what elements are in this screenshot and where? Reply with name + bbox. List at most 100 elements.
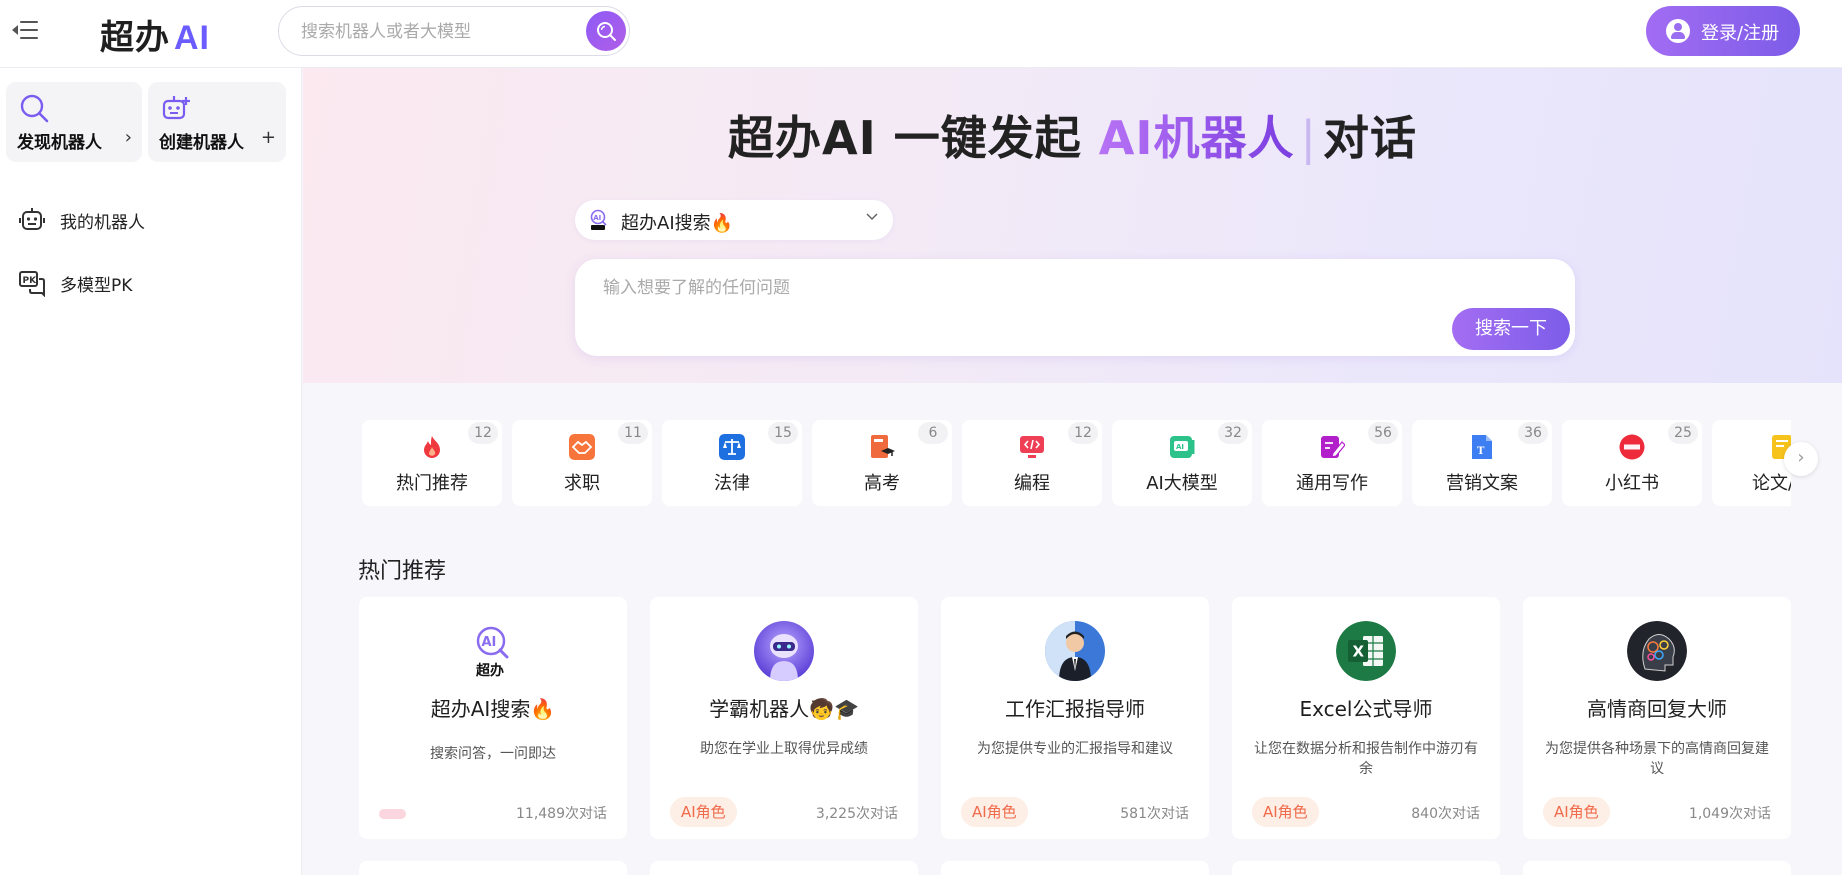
- category-hot[interactable]: 12 热门推荐: [362, 420, 502, 506]
- category-paper[interactable]: 论文/论: [1712, 420, 1791, 506]
- category-count: 11: [618, 422, 648, 444]
- svg-text:AI: AI: [593, 214, 601, 222]
- bot-card[interactable]: AI 超办 超办AI搜索🔥 搜索问答，一问即达 11,489次对话: [359, 597, 627, 839]
- section-title: 热门推荐: [358, 559, 447, 584]
- category-ai-models[interactable]: 32 AI AI大模型: [1112, 420, 1252, 506]
- login-register-button[interactable]: 登录/注册: [1646, 6, 1800, 56]
- category-writing[interactable]: 56 通用写作: [1262, 420, 1402, 506]
- category-label: 高考: [864, 473, 900, 494]
- bot-card[interactable]: 高情商回复大师 为您提供各种场景下的高情商回复建议 AI角色 1,049次对话: [1523, 597, 1791, 839]
- sidebar-item-label: 我的机器人: [60, 213, 145, 233]
- selected-model: 超办AI搜索🔥: [621, 213, 734, 234]
- category-gaokao[interactable]: 6 高考: [812, 420, 952, 506]
- category-count: 32: [1218, 422, 1248, 444]
- bot-chat-count: 3,225次对话: [815, 806, 898, 822]
- category-label: 求职: [564, 473, 600, 494]
- bot-name: 学霸机器人🧒🎓: [709, 697, 859, 721]
- create-label: 创建机器人: [159, 133, 244, 153]
- brain-avatar: [1627, 621, 1687, 681]
- menu-collapse-icon[interactable]: [12, 18, 40, 44]
- bot-name: 工作汇报指导师: [1005, 697, 1145, 721]
- category-label: 营销文案: [1446, 473, 1518, 494]
- robot-icon: [19, 208, 45, 230]
- logo-text: 超办: [100, 19, 170, 57]
- category-label: 法律: [714, 473, 750, 494]
- hero-title-prefix: 超办AI 一键发起: [728, 111, 1099, 165]
- bot-description: 助您在学业上取得优异成绩: [700, 741, 868, 757]
- chaoban-ai-logo: AI 超办: [463, 621, 523, 681]
- category-strip: 12 热门推荐 11 求职 15 法律 6 高考 12 编程 32 AI AI大…: [362, 420, 1791, 508]
- main-content: 超办AI 一键发起 AI机器人|对话 AI 超办AI搜索🔥 搜索一下 12 热门…: [303, 68, 1842, 875]
- category-law[interactable]: 15 法律: [662, 420, 802, 506]
- category-jobs[interactable]: 11 求职: [512, 420, 652, 506]
- question-input[interactable]: [603, 273, 1303, 303]
- discover-robots-button[interactable]: 发现机器人 ›: [6, 82, 142, 162]
- bot-description: 为您提供各种场景下的高情商回复建议: [1545, 741, 1769, 777]
- model-select-dropdown[interactable]: AI 超办AI搜索🔥: [575, 200, 893, 240]
- search-icon: [597, 22, 616, 41]
- hero-title: 超办AI 一键发起 AI机器人 | 对话: [303, 102, 1842, 168]
- search-icon: [20, 94, 49, 123]
- robot-add-icon: [162, 96, 190, 120]
- bot-card[interactable]: [359, 861, 627, 875]
- bot-card[interactable]: 学霸机器人🧒🎓 助您在学业上取得优异成绩 AI角色 3,225次对话: [650, 597, 918, 839]
- category-marketing[interactable]: 36 T 营销文案: [1412, 420, 1552, 506]
- bot-card[interactable]: 工作汇报指导师 为您提供专业的汇报指导和建议 AI角色 581次对话: [941, 597, 1209, 839]
- bot-card[interactable]: [650, 861, 918, 875]
- bot-name: 高情商回复大师: [1587, 697, 1727, 721]
- category-count: 12: [468, 422, 498, 444]
- bot-card[interactable]: [1523, 861, 1791, 875]
- chevron-down-icon: [866, 213, 878, 221]
- bot-chat-count: 840次对话: [1411, 806, 1480, 822]
- create-robot-button[interactable]: 创建机器人 +: [148, 82, 286, 162]
- bot-tag: [379, 809, 406, 819]
- svg-text:AI: AI: [1176, 443, 1184, 451]
- ask-box: 搜索一下: [575, 259, 1575, 356]
- bot-name: 超办AI搜索🔥: [430, 697, 556, 721]
- category-label: 通用写作: [1296, 473, 1368, 494]
- sidebar-item-label: 多模型PK: [60, 276, 133, 296]
- svg-text:PK: PK: [23, 276, 38, 286]
- category-label: 论文/论: [1751, 473, 1791, 494]
- search-submit-button[interactable]: 搜索一下: [1452, 308, 1570, 350]
- search-input[interactable]: [301, 20, 561, 44]
- businessman-avatar: [1045, 621, 1105, 681]
- category-count: 6: [918, 422, 948, 444]
- svg-text:AI: AI: [482, 635, 497, 650]
- document-icon: T: [1472, 435, 1492, 459]
- code-icon: [1020, 436, 1044, 458]
- category-count: 36: [1518, 422, 1548, 444]
- sidebar: 发现机器人 › 创建机器人 + 我的机器人 PK 多模型PK: [0, 68, 302, 875]
- bot-card[interactable]: X Excel公式导师 让您在数据分析和报告制作中游刃有余 AI角色 840次对…: [1232, 597, 1500, 839]
- category-programming[interactable]: 12 编程: [962, 420, 1102, 506]
- plus-icon: +: [260, 127, 276, 148]
- chaoban-ai-logo-icon: AI: [590, 209, 607, 230]
- logo[interactable]: 超办 AI: [100, 10, 210, 59]
- handshake-icon: [569, 434, 595, 460]
- bot-description: 让您在数据分析和报告制作中游刃有余: [1254, 741, 1478, 777]
- writing-icon: [1321, 436, 1345, 458]
- logo-ai: AI: [174, 19, 210, 57]
- bot-tag: AI角色: [961, 797, 1028, 827]
- category-label: 小红书: [1605, 473, 1659, 494]
- sidebar-item-my-robots[interactable]: 我的机器人: [0, 194, 302, 244]
- bot-card[interactable]: [941, 861, 1209, 875]
- categories-next-button[interactable]: ›: [1784, 442, 1818, 476]
- category-label: 热门推荐: [396, 473, 468, 494]
- category-count: 15: [768, 422, 798, 444]
- category-count: 25: [1668, 422, 1698, 444]
- top-search-bar: [278, 6, 630, 56]
- bot-chat-count: 11,489次对话: [516, 806, 607, 822]
- svg-text:T: T: [1477, 446, 1485, 457]
- category-label: AI大模型: [1146, 473, 1218, 494]
- hero-banner: 超办AI 一键发起 AI机器人|对话 AI 超办AI搜索🔥 搜索一下: [303, 68, 1842, 383]
- bot-card[interactable]: [1232, 861, 1500, 875]
- search-button[interactable]: [586, 11, 626, 51]
- sidebar-item-model-pk[interactable]: PK 多模型PK: [0, 257, 302, 307]
- category-xiaohongshu[interactable]: 25 小红书: [1562, 420, 1702, 506]
- user-icon: [1666, 19, 1690, 43]
- category-label: 编程: [1014, 473, 1050, 494]
- bot-tag: AI角色: [670, 797, 737, 827]
- excel-icon: X: [1336, 621, 1396, 681]
- ai-model-icon: AI: [1170, 436, 1195, 458]
